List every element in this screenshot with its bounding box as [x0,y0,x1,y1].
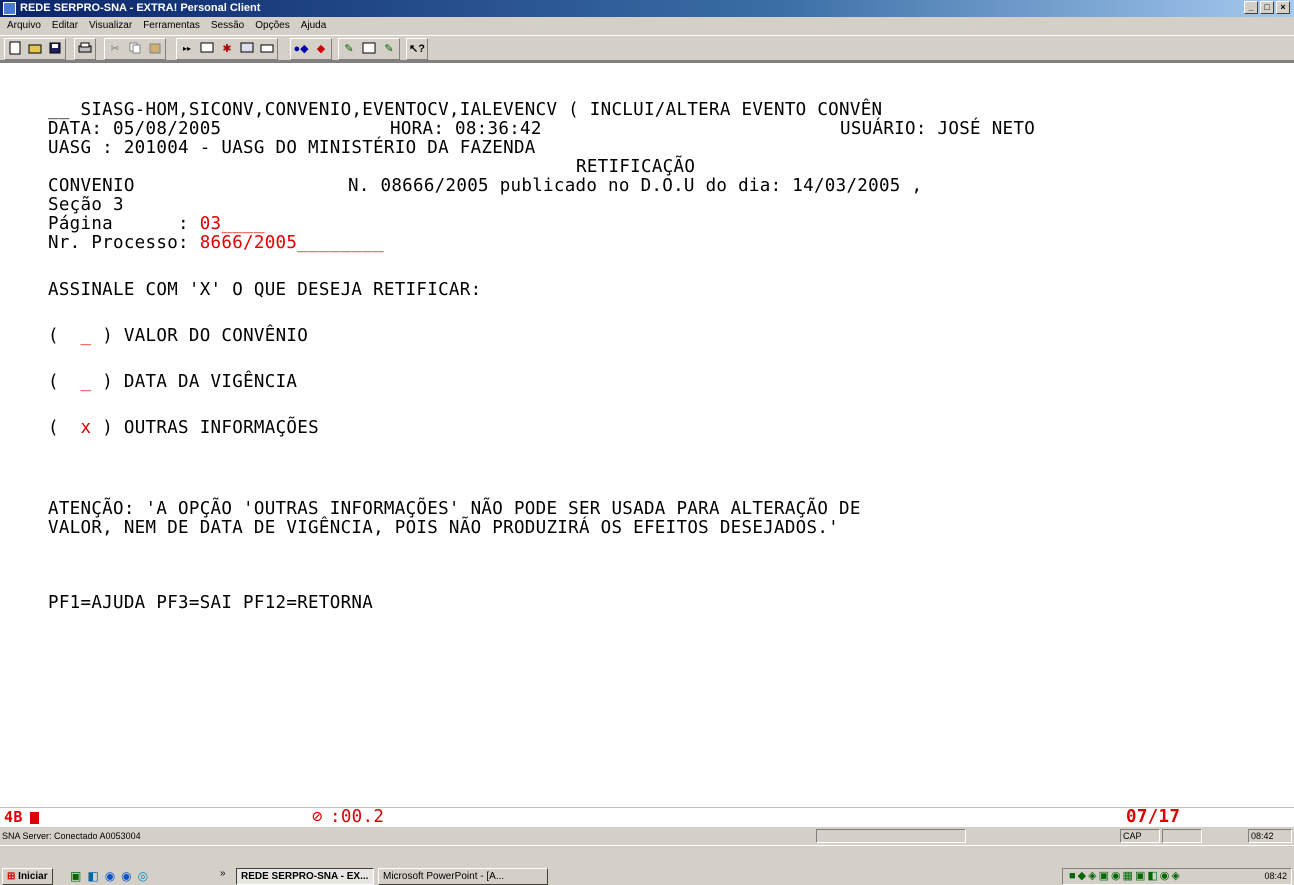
taskbar: ⊞ Iniciar ▣ ◧ ◉ ◉ ◎ » REDE SERPRO-SNA - … [0,845,1294,885]
chevron-icon[interactable]: » [220,868,226,879]
user-label: USUÁRIO: JOSÉ NETO [840,119,1036,139]
toolbar-window-group: ✎ ✎ [338,38,400,60]
menu-opcoes[interactable]: Opções [255,20,289,31]
task-powerpoint[interactable]: Microsoft PowerPoint - [A... [378,868,548,885]
save-icon[interactable] [45,39,65,57]
convenio-text: N. 08666/2005 publicado no D.O.U do dia:… [348,176,923,196]
status-time: 08:42 [1248,829,1292,843]
color-icon[interactable]: ◆ [311,39,331,57]
new-icon[interactable] [5,39,25,57]
toolbar-tools-group: ▸▸ ✱ [176,38,278,60]
time-label: HORA: 08:36:42 [390,119,542,139]
paste-icon[interactable] [145,39,165,57]
menu-visualizar[interactable]: Visualizar [89,20,132,31]
app-icon-3[interactable]: ◎ [138,869,148,883]
menu-sessao[interactable]: Sessão [211,20,244,31]
status-indicator: 4B [4,808,23,826]
connection-status-bar: SNA Server: Conectado A0053004 CAP 08:42 [0,827,1294,845]
window-title-bar[interactable]: REDE SERPRO-SNA - EXTRA! Personal Client… [0,0,1294,17]
terminal-status-line: 4B ⊘ :00.2 07/17 [0,807,1294,828]
date-label: DATA: 05/08/2005 [48,119,222,139]
status-timer: :00.2 [330,807,385,827]
quick-launch: ▣ ◧ ◉ ◉ ◎ [70,869,148,883]
minimize-button[interactable]: _ [1244,1,1258,14]
retificacao-title: RETIFICAÇÃO [576,157,696,177]
assinale-instruction: ASSINALE COM 'X' O QUE DESEJA RETIFICAR: [48,280,482,300]
toolbar-help-group: ↖? [406,38,428,60]
option-valor-field[interactable]: _ [81,326,92,346]
copy-icon[interactable] [125,39,145,57]
menu-editar[interactable]: Editar [52,20,78,31]
ie-icon[interactable]: ◉ [105,869,115,883]
app-icon [3,2,16,15]
keyboard-icon[interactable] [257,39,277,57]
system-tray: ■◆◈▣◉▦▣◧◉◈ 08:42 [1062,868,1292,885]
atencao-line-2: VALOR, NEM DE DATA DE VIGÊNCIA, POIS NÃO… [48,518,840,538]
toolbar: ✂ ▸▸ ✱ ●◆ ◆ ✎ ✎ ↖? [0,35,1294,61]
uasg-line: UASG : 201004 - UASG DO MINISTÉRIO DA FA… [48,138,536,158]
option-valor: ( _ ) VALOR DO CONVÊNIO [48,326,309,346]
display-icon[interactable] [237,39,257,57]
pf-keys-line: PF1=AJUDA PF3=SAI PF12=RETORNA [48,593,374,613]
toolbar-view-group: ●◆ ◆ [290,38,332,60]
settings-icon[interactable]: ✱ [217,39,237,57]
server-status: SNA Server: Conectado A0053004 [2,831,141,841]
status-pane-empty-2 [1162,829,1202,843]
window-title: REDE SERPRO-SNA - EXTRA! Personal Client [20,2,261,14]
window-icon[interactable] [359,39,379,57]
status-block [30,812,39,824]
cap-indicator: CAP [1120,829,1160,843]
option-outras-field[interactable]: x [81,418,92,438]
macro-icon[interactable]: ▸▸ [177,39,197,57]
help-icon[interactable]: ↖? [407,39,427,57]
desktop-icon[interactable]: ▣ [70,869,81,883]
toolbar-icon[interactable]: ✎ [379,39,399,57]
hotspot-icon[interactable]: ●◆ [291,39,311,57]
menu-arquivo[interactable]: Arquivo [7,20,41,31]
convenio-label: CONVENIO [48,176,135,196]
toolbar-edit-group: ✂ [104,38,166,60]
windows-logo-icon: ⊞ [7,871,16,882]
cursor-position: 07/17 [1126,807,1181,827]
cut-icon[interactable]: ✂ [105,39,125,57]
close-button[interactable]: × [1276,1,1290,14]
processo-field[interactable]: 8666/2005________ [200,233,384,253]
pagina-field[interactable]: 03____ [200,214,265,234]
option-outras: ( x ) OUTRAS INFORMAÇÕES [48,418,319,438]
toolbar-file-group [4,38,66,60]
tray-clock: 08:42 [1264,871,1287,881]
option-data-field[interactable]: _ [81,372,92,392]
open-icon[interactable] [25,39,45,57]
screen-header-line: __ SIASG-HOM,SICONV,CONVENIO,EVENTOCV,IA… [48,100,883,120]
toolbar-print-group [74,38,96,60]
maximize-button[interactable]: □ [1260,1,1274,14]
menu-bar: Arquivo Editar Visualizar Ferramentas Sessão… [0,17,1294,35]
start-button[interactable]: ⊞ Iniciar [2,868,53,885]
task-rede-serpro[interactable]: REDE SERPRO-SNA - EX... [236,868,374,885]
edit-icon[interactable]: ✎ [339,39,359,57]
tray-icons[interactable]: ■◆◈▣◉▦▣◧◉◈ [1069,869,1182,884]
print-icon[interactable] [75,39,95,57]
status-pane-empty [816,829,966,843]
app-icon-2[interactable]: ◉ [121,869,131,883]
menu-ajuda[interactable]: Ajuda [301,20,327,31]
screen-icon[interactable] [197,39,217,57]
atencao-line-1: ATENÇÃO: 'A OPÇÃO 'OUTRAS INFORMAÇÕES' N… [48,499,861,519]
pagina-label: Página : [48,214,200,234]
terminal-screen[interactable]: __ SIASG-HOM,SICONV,CONVENIO,EVENTOCV,IA… [0,61,1294,807]
option-data: ( _ ) DATA DA VIGÊNCIA [48,372,298,392]
outlook-icon[interactable]: ◧ [87,869,98,883]
processo-label: Nr. Processo: [48,233,200,253]
secao-label: Seção 3 [48,195,124,215]
menu-ferramentas[interactable]: Ferramentas [143,20,200,31]
clock-icon: ⊘ [312,807,323,827]
